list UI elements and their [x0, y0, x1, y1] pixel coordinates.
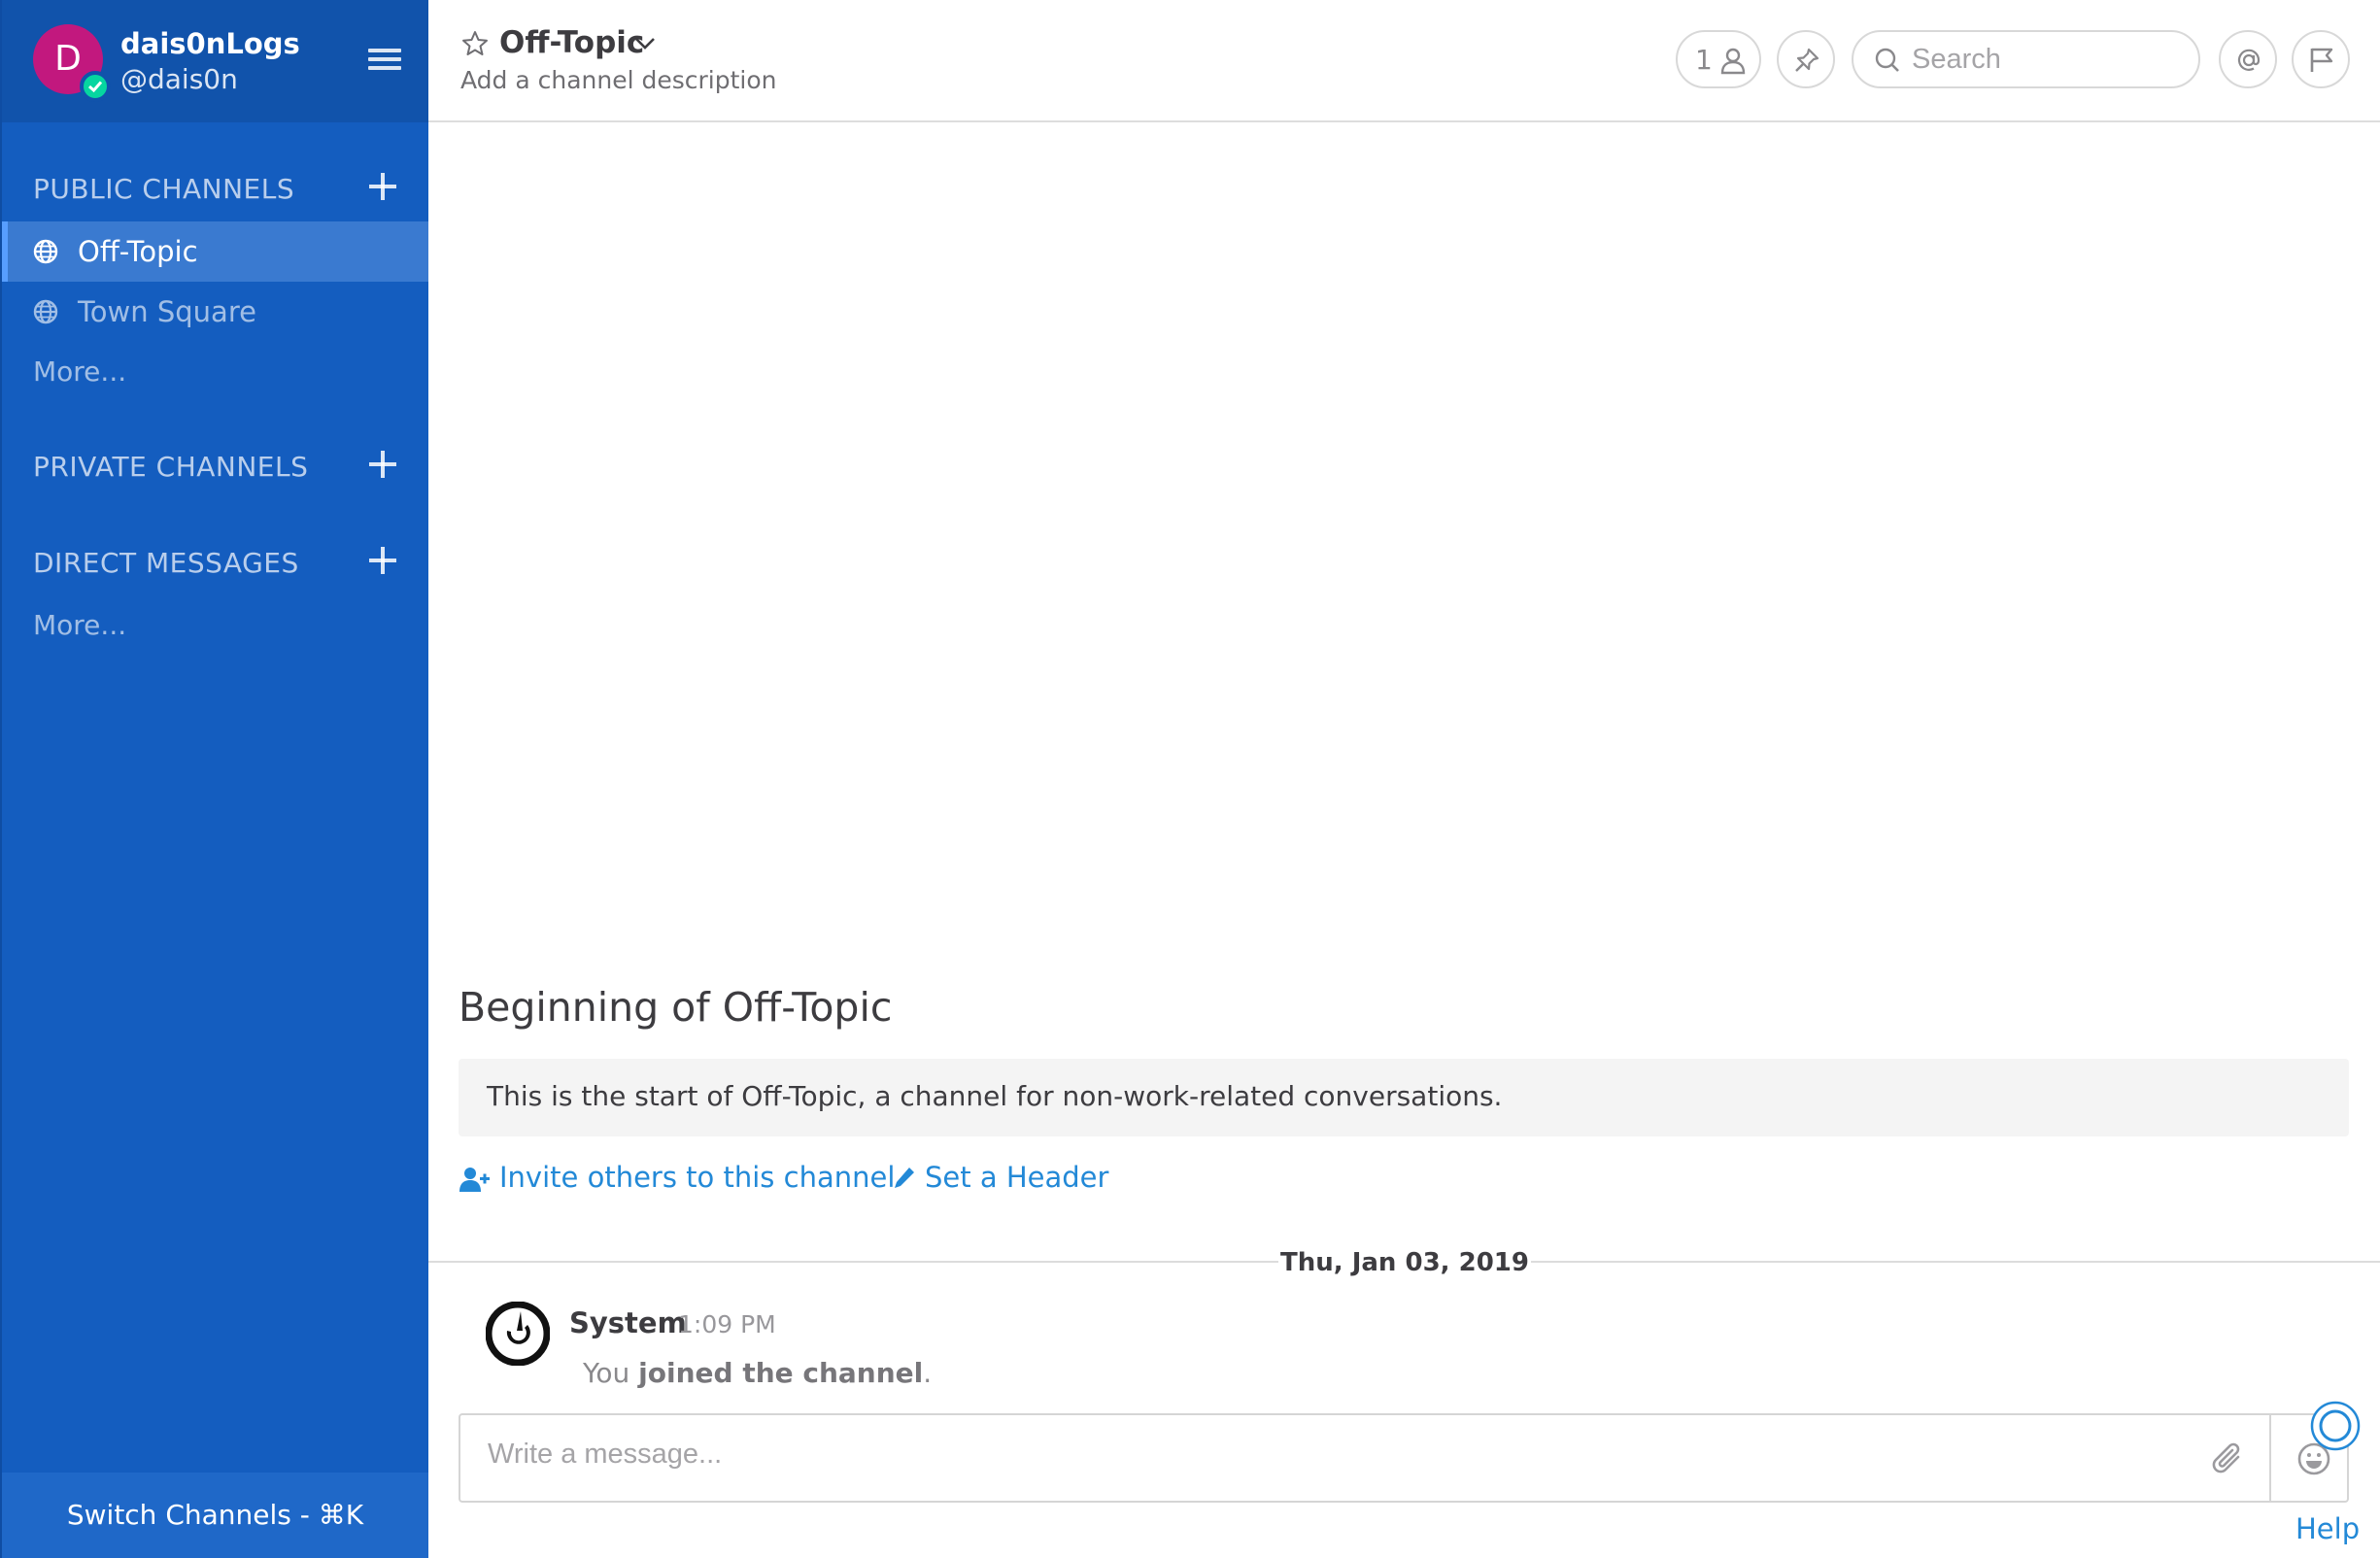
private-channels-title: PRIVATE CHANNELS: [33, 451, 309, 483]
system-avatar-icon[interactable]: [486, 1302, 550, 1366]
message-input[interactable]: [488, 1439, 2188, 1481]
invite-others-label: Invite others to this channel: [499, 1161, 896, 1194]
user-handle: @dais0n: [120, 63, 238, 95]
set-header-label: Set a Header: [925, 1161, 1109, 1194]
channel-intro-text: This is the start of Off-Topic, a channe…: [487, 1080, 1503, 1112]
invite-others-link[interactable]: Invite others to this channel: [459, 1161, 895, 1194]
post-message-suffix: .: [923, 1357, 933, 1389]
star-icon[interactable]: [460, 29, 490, 58]
online-status-icon: [80, 71, 111, 102]
date-separator: Thu, Jan 03, 2019: [1278, 1243, 1531, 1282]
search-input[interactable]: [1912, 42, 2184, 77]
more-public-channels-link[interactable]: More...: [33, 356, 126, 388]
globe-icon: [33, 239, 58, 264]
post-message-bold: joined the channel: [638, 1357, 924, 1389]
user-display-name: dais0nLogs: [120, 27, 300, 60]
sidebar-item-off-topic[interactable]: Off-Topic: [2, 221, 428, 282]
member-count: 1: [1695, 44, 1713, 76]
member-list-button[interactable]: 1: [1676, 30, 1761, 88]
loading-indicator-icon: [2310, 1401, 2361, 1451]
flagged-posts-button[interactable]: [2292, 30, 2350, 88]
post-message-prefix: You: [583, 1357, 630, 1389]
pencil-icon: [895, 1168, 914, 1188]
message-composer: [459, 1413, 2349, 1503]
sidebar-header: D dais0nLogs @dais0n: [2, 0, 428, 122]
channel-intro-title: Beginning of Off-Topic: [459, 984, 893, 1031]
direct-messages-title: DIRECT MESSAGES: [33, 547, 299, 579]
composer-divider: [2269, 1415, 2271, 1501]
sidebar-item-label: Off-Topic: [78, 235, 198, 268]
pinned-posts-button[interactable]: [1777, 30, 1835, 88]
sidebar: D dais0nLogs @dais0n PUBLIC CHANNELS Off…: [0, 0, 428, 1558]
channel-name[interactable]: Off-Topic: [499, 25, 644, 60]
sidebar-item-label: Town Square: [78, 295, 256, 328]
recent-mentions-button[interactable]: [2219, 30, 2277, 88]
more-direct-messages-link[interactable]: More...: [33, 609, 126, 641]
member-icon: [1720, 48, 1746, 75]
add-public-channel-button[interactable]: [363, 167, 402, 206]
post-time[interactable]: 1:09 PM: [678, 1310, 776, 1338]
flag-icon: [2310, 48, 2333, 72]
post-message: You joined the channel.: [583, 1357, 932, 1389]
public-channels-title: PUBLIC CHANNELS: [33, 173, 295, 205]
globe-icon: [33, 299, 58, 324]
main-menu-icon[interactable]: [368, 49, 401, 72]
chevron-down-icon[interactable]: [632, 31, 658, 56]
post-username[interactable]: System: [569, 1306, 687, 1339]
search-icon: [1875, 48, 1899, 72]
add-direct-message-button[interactable]: [363, 541, 402, 580]
add-private-channel-button[interactable]: [363, 445, 402, 484]
pin-icon: [1795, 48, 1819, 72]
help-link[interactable]: Help: [2295, 1512, 2360, 1545]
channel-header: Off-Topic Add a channel description 1: [428, 0, 2380, 122]
at-mention-icon: [2237, 49, 2261, 71]
channel-intro-box: This is the start of Off-Topic, a channe…: [459, 1059, 2349, 1136]
search-box[interactable]: [1852, 30, 2200, 88]
sidebar-item-town-square[interactable]: Town Square: [2, 282, 428, 342]
add-user-icon: [459, 1168, 490, 1192]
channel-description[interactable]: Add a channel description: [460, 66, 777, 94]
set-header-link[interactable]: Set a Header: [892, 1161, 1108, 1194]
switch-channels-button[interactable]: Switch Channels - ⌘K: [2, 1473, 428, 1558]
paperclip-icon[interactable]: [2211, 1439, 2246, 1478]
